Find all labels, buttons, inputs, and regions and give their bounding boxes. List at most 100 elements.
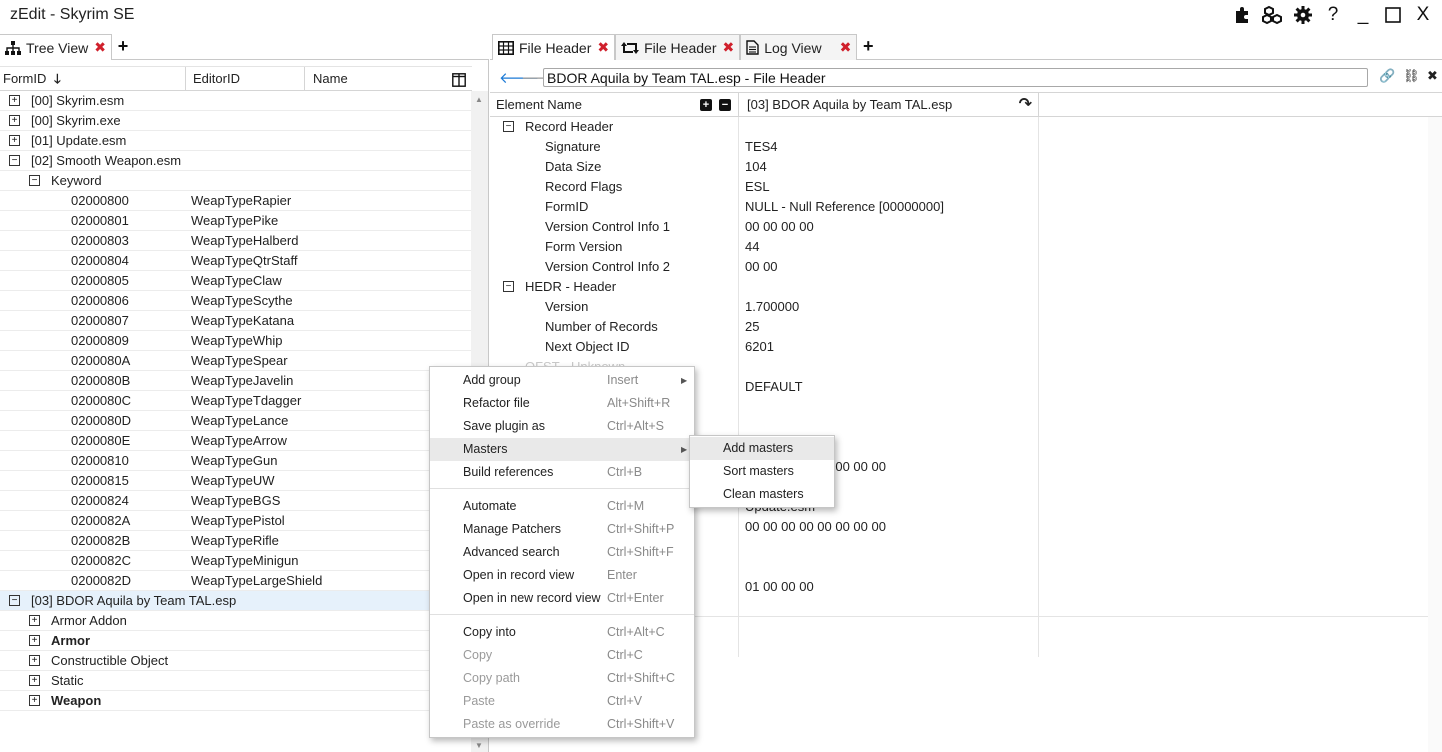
menu-item-copy[interactable]: Copy Ctrl+C xyxy=(430,644,694,667)
tree-row-file[interactable]: − [02] Smooth Weapon.esm xyxy=(0,151,472,171)
menu-item-open-in-new-record-view[interactable]: Open in new record view Ctrl+Enter xyxy=(430,587,694,610)
menu-item-copy-into[interactable]: Copy into Ctrl+Alt+C xyxy=(430,621,694,644)
tree-row-record[interactable]: 02000806 WeapTypeScythe xyxy=(0,291,472,311)
menu-item-sort-masters[interactable]: Sort masters xyxy=(690,460,834,483)
collapse-icon[interactable]: − xyxy=(503,121,514,132)
record-row[interactable]: Version Control Info 2 00 00 xyxy=(490,257,1442,277)
tree-row-record[interactable]: 0200080D WeapTypeLance xyxy=(0,411,472,431)
column-name[interactable]: Name xyxy=(305,67,472,91)
link-icon[interactable]: 🔗 xyxy=(1379,68,1395,84)
maximize-button[interactable] xyxy=(1378,3,1408,27)
menu-item-copy-path[interactable]: Copy path Ctrl+Shift+C xyxy=(430,667,694,690)
tree-row-record[interactable]: 0200082C WeapTypeMinigun xyxy=(0,551,472,571)
expand-icon[interactable]: + xyxy=(29,695,40,706)
address-input[interactable] xyxy=(543,68,1368,87)
menu-item-open-in-record-view[interactable]: Open in record view Enter xyxy=(430,564,694,587)
tree-row-record[interactable]: 0200082B WeapTypeRifle xyxy=(0,531,472,551)
tree-row-group[interactable]: + Weapon xyxy=(0,691,472,711)
tree-row-record[interactable]: 0200080A WeapTypeSpear xyxy=(0,351,472,371)
close-tab-icon[interactable]: ✖ xyxy=(722,39,734,56)
column-formid[interactable]: FormID 🡓 xyxy=(0,67,186,91)
menu-item-refactor-file[interactable]: Refactor file Alt+Shift+R xyxy=(430,392,694,415)
menu-item-clean-masters[interactable]: Clean masters xyxy=(690,483,834,506)
expand-icon[interactable]: + xyxy=(29,655,40,666)
tree-row-record[interactable]: 02000824 WeapTypeBGS xyxy=(0,491,472,511)
record-row[interactable]: Number of Records 25 xyxy=(490,317,1442,337)
close-button[interactable]: X xyxy=(1408,3,1438,27)
menu-item-paste[interactable]: Paste Ctrl+V xyxy=(430,690,694,713)
collapse-icon[interactable]: − xyxy=(29,175,40,186)
menu-item-advanced-search[interactable]: Advanced search Ctrl+Shift+F xyxy=(430,541,694,564)
tab-tree-view[interactable]: Tree View ✖ xyxy=(0,34,112,60)
expand-icon[interactable]: + xyxy=(9,95,20,106)
record-scrollbar[interactable] xyxy=(1428,117,1442,752)
record-row[interactable]: Version 1.700000 xyxy=(490,297,1442,317)
tree-row-file[interactable]: + [00] Skyrim.esm xyxy=(0,91,472,111)
collapse-icon[interactable]: − xyxy=(9,155,20,166)
collapse-icon[interactable]: − xyxy=(503,281,514,292)
tree-row-record[interactable]: 02000800 WeapTypeRapier xyxy=(0,191,472,211)
close-view-icon[interactable]: ✖ xyxy=(1427,68,1438,84)
tree-row-record[interactable]: 02000805 WeapTypeClaw xyxy=(0,271,472,291)
tree-row-record[interactable]: 02000807 WeapTypeKatana xyxy=(0,311,472,331)
add-tab-button[interactable]: + xyxy=(857,34,879,59)
menu-item-automate[interactable]: Automate Ctrl+M xyxy=(430,495,694,518)
tree-row-record[interactable]: 02000801 WeapTypePike xyxy=(0,211,472,231)
tree-row-record[interactable]: 02000815 WeapTypeUW xyxy=(0,471,472,491)
share-arrow-icon[interactable]: ↷ xyxy=(1019,93,1032,117)
collapse-all-icon[interactable]: − xyxy=(719,99,731,111)
cubes-icon[interactable] xyxy=(1258,3,1288,27)
record-row[interactable]: − HEDR - Header xyxy=(490,277,1442,297)
menu-item-manage-patchers[interactable]: Manage Patchers Ctrl+Shift+P xyxy=(430,518,694,541)
tab-file-header[interactable]: File Header ✖ xyxy=(492,34,616,60)
scroll-up-icon[interactable]: ▲ xyxy=(475,95,483,104)
menu-item-build-references[interactable]: Build references Ctrl+B xyxy=(430,461,694,484)
tree-row-file[interactable]: + [01] Update.esm xyxy=(0,131,472,151)
column-element-name[interactable]: Element Name + − xyxy=(490,93,739,117)
tree-row-record[interactable]: 02000810 WeapTypeGun xyxy=(0,451,472,471)
gear-icon[interactable] xyxy=(1288,3,1318,27)
tree-row-group[interactable]: + Armor xyxy=(0,631,472,651)
unlink-icon[interactable]: ⛓ xyxy=(1403,68,1420,84)
column-file[interactable]: [03] BDOR Aquila by Team TAL.esp ↷ xyxy=(739,93,1039,117)
tree-row-group[interactable]: + Constructible Object xyxy=(0,651,472,671)
tree-row-record[interactable]: 0200080C WeapTypeTdagger xyxy=(0,391,472,411)
tree-row-group[interactable]: + Armor Addon xyxy=(0,611,472,631)
tree-row-file-selected[interactable]: − [03] BDOR Aquila by Team TAL.esp xyxy=(0,591,472,611)
tree-row-record[interactable]: 0200082D WeapTypeLargeShield xyxy=(0,571,472,591)
record-row[interactable]: FormID NULL - Null Reference [00000000] xyxy=(490,197,1442,217)
menu-item-add-masters[interactable]: Add masters xyxy=(690,437,834,460)
collapse-icon[interactable]: − xyxy=(9,595,20,606)
tree-row-record[interactable]: 0200080E WeapTypeArrow xyxy=(0,431,472,451)
column-editorid[interactable]: EditorID xyxy=(186,67,305,91)
tree-row-record[interactable]: 0200080B WeapTypeJavelin xyxy=(0,371,472,391)
tree-row-record[interactable]: 02000804 WeapTypeQtrStaff xyxy=(0,251,472,271)
tree-row-record[interactable]: 02000809 WeapTypeWhip xyxy=(0,331,472,351)
close-tab-icon[interactable]: ✖ xyxy=(597,39,609,56)
add-tab-button[interactable]: + xyxy=(112,34,134,59)
menu-item-add-group[interactable]: Add group Insert ▶ xyxy=(430,369,694,392)
record-row[interactable]: − Record Header xyxy=(490,117,1442,137)
minimize-button[interactable]: _ xyxy=(1348,3,1378,27)
scroll-down-icon[interactable]: ▼ xyxy=(475,741,483,750)
tree-row-file[interactable]: + [00] Skyrim.exe xyxy=(0,111,472,131)
menu-item-save-plugin-as[interactable]: Save plugin as Ctrl+Alt+S xyxy=(430,415,694,438)
puzzle-icon[interactable] xyxy=(1228,3,1258,27)
record-row[interactable]: Signature TES4 xyxy=(490,137,1442,157)
tree-row-group[interactable]: − Keyword xyxy=(0,171,472,191)
expand-icon[interactable]: + xyxy=(9,135,20,146)
tree-row-record[interactable]: 0200082A WeapTypePistol xyxy=(0,511,472,531)
tab-file-header-2[interactable]: File Header ✖ xyxy=(615,34,741,60)
help-icon[interactable]: ? xyxy=(1318,3,1348,27)
menu-item-paste-as-override[interactable]: Paste as override Ctrl+Shift+V xyxy=(430,713,694,736)
record-row[interactable]: Next Object ID 6201 xyxy=(490,337,1442,357)
tab-log-view[interactable]: Log View ✖ xyxy=(740,34,858,60)
close-tab-icon[interactable]: ✖ xyxy=(840,39,852,56)
expand-icon[interactable]: + xyxy=(9,115,20,126)
tree-row-group[interactable]: + Static xyxy=(0,671,472,691)
record-row[interactable]: Version Control Info 1 00 00 00 00 xyxy=(490,217,1442,237)
expand-icon[interactable]: + xyxy=(29,635,40,646)
menu-item-masters[interactable]: Masters ▶ xyxy=(430,438,694,461)
record-row[interactable]: Record Flags ESL xyxy=(490,177,1442,197)
record-row[interactable]: Data Size 104 xyxy=(490,157,1442,177)
